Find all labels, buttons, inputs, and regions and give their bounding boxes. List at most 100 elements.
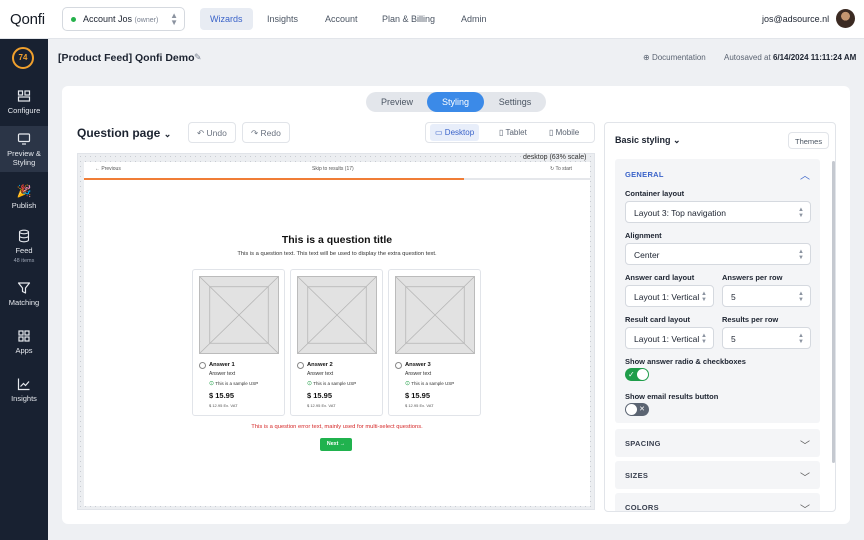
answers-per-row-select[interactable]: 5 ▲ ▼ xyxy=(722,285,811,307)
email-button-toggle[interactable]: ✕ xyxy=(625,403,649,416)
redo-button[interactable]: ↷ Redo xyxy=(242,122,290,143)
answer-card[interactable]: Answer 2 Answer text ⊙ This is a sample … xyxy=(290,269,383,416)
check-circle-icon: ⊙ xyxy=(209,381,215,387)
answer-vat: $ 12.95 Ex. VAT xyxy=(405,403,434,408)
chevron-updown-icon: ▲ ▼ xyxy=(798,207,804,219)
app-logo[interactable]: Qonfi xyxy=(10,11,45,28)
grid-icon xyxy=(18,330,30,342)
nav-wizards[interactable]: Wizards xyxy=(200,8,253,30)
page-select[interactable]: Question page ⌄ xyxy=(77,126,171,140)
answer-card-layout-select[interactable]: Layout 1: Vertical ▲ ▼ xyxy=(625,285,714,307)
answer-price: $ 15.95 xyxy=(307,391,333,400)
page-title: [Product Feed] Qonfi Demo xyxy=(58,52,195,64)
answer-radio[interactable] xyxy=(395,362,402,369)
radio-checkbox-label: Show answer radio & checkboxes xyxy=(625,357,746,366)
device-desktop[interactable]: ▭ Desktop xyxy=(430,124,480,141)
undo-icon: ↶ xyxy=(197,128,205,138)
documentation-link[interactable]: ⊕ Documentation xyxy=(643,53,706,62)
device-tablet[interactable]: ▯ Tablet xyxy=(494,124,532,141)
email-button-label: Show email results button xyxy=(625,392,719,401)
sidebar-item-publish[interactable]: 🎉 Publish xyxy=(0,184,48,214)
themes-button[interactable]: Themes xyxy=(788,132,830,149)
chevron-down-icon: ⌄ xyxy=(163,129,172,139)
chevron-down-icon: ﹀ xyxy=(800,505,810,512)
sidebar-item-apps[interactable]: Apps xyxy=(0,329,48,359)
user-email[interactable]: jos@adsource.nl xyxy=(762,14,829,24)
results-per-row-label: Results per row xyxy=(722,315,779,324)
section-colors[interactable]: COLORS ﹀ xyxy=(615,493,820,512)
sidebar-item-configure[interactable]: Configure xyxy=(0,89,48,119)
top-bar: Qonfi Account Jos (owner) ▲ ▼ Wizards Ins… xyxy=(0,0,864,39)
answer-vat: $ 12.95 Ex. VAT xyxy=(209,403,238,408)
answer-card[interactable]: Answer 3 Answer text ⊙ This is a sample … xyxy=(388,269,481,416)
answer-usp: ⊙ This is a sample USP xyxy=(307,380,356,387)
previous-link[interactable]: ← Previous xyxy=(95,166,121,172)
monitor-icon: ▭ xyxy=(435,128,443,137)
redo-label: Redo xyxy=(260,128,281,138)
answer-radio[interactable] xyxy=(199,362,206,369)
skip-link[interactable]: Skip to results (17) xyxy=(312,166,354,172)
chevron-updown-icon: ▲ ▼ xyxy=(701,291,707,303)
globe-icon: ⊕ xyxy=(643,53,650,62)
feed-count: 48 items xyxy=(13,258,35,264)
tab-preview[interactable]: Preview xyxy=(368,92,426,112)
sidebar-item-preview-styling[interactable]: Preview & Styling xyxy=(0,126,48,172)
account-role: (owner) xyxy=(134,17,159,24)
question-title: This is a question title xyxy=(281,234,393,246)
x-icon: ✕ xyxy=(639,406,645,413)
section-spacing-header: SPACING xyxy=(625,439,661,448)
tab-settings[interactable]: Settings xyxy=(486,92,544,112)
tab-styling[interactable]: Styling xyxy=(427,92,484,112)
sidebar-item-insights[interactable]: Insights xyxy=(0,377,48,407)
chevron-updown-icon: ▲ ▼ xyxy=(798,333,804,345)
container-layout-select[interactable]: Layout 3: Top navigation ▲ ▼ xyxy=(625,201,811,223)
chevron-up-icon[interactable]: ︿ xyxy=(800,167,810,182)
device-switcher: ▭ Desktop ▯ Tablet ▯ Mobile xyxy=(425,122,595,143)
answer-usp: ⊙ This is a sample USP xyxy=(209,380,258,387)
account-selector[interactable]: Account Jos (owner) ▲ ▼ xyxy=(62,7,185,31)
status-dot-icon xyxy=(71,17,76,22)
nav-plan-billing[interactable]: Plan & Billing xyxy=(372,8,445,30)
answer-name: Answer 3 xyxy=(405,362,431,368)
score-badge[interactable]: 74 xyxy=(12,47,34,69)
chevron-down-icon: ⌄ xyxy=(673,135,681,145)
answer-name: Answer 1 xyxy=(209,362,235,368)
sidebar-item-matching[interactable]: Matching xyxy=(0,281,48,311)
undo-button[interactable]: ↶ Undo xyxy=(188,122,236,143)
answer-radio[interactable] xyxy=(297,362,304,369)
container-layout-label: Container layout xyxy=(625,189,685,198)
panel-scrollbar[interactable] xyxy=(832,161,835,463)
device-mobile[interactable]: ▯ Mobile xyxy=(544,124,584,141)
nav-insights[interactable]: Insights xyxy=(257,8,308,30)
radio-checkbox-toggle[interactable]: ✓ xyxy=(625,368,649,381)
device-label: Mobile xyxy=(555,128,580,137)
sidebar-item-label: Preview & Styling xyxy=(7,149,41,167)
monitor-icon xyxy=(17,133,31,145)
account-name: Account Jos xyxy=(83,14,133,24)
alignment-select[interactable]: Center ▲ ▼ xyxy=(625,243,811,265)
to-start-link[interactable]: ↻ To start xyxy=(550,166,572,172)
section-general-header[interactable]: GENERAL xyxy=(625,170,664,179)
redo-icon: ↷ xyxy=(251,128,259,138)
funnel-icon xyxy=(17,282,31,294)
section-spacing[interactable]: SPACING ﹀ xyxy=(615,429,820,457)
refresh-icon: ↻ xyxy=(550,166,555,172)
nav-admin[interactable]: Admin xyxy=(451,8,497,30)
result-card-layout-select[interactable]: Layout 1: Vertical ▲ ▼ xyxy=(625,327,714,349)
usp-text: This is a sample USP xyxy=(313,381,357,386)
mode-tabs: Preview Styling Settings xyxy=(366,92,546,112)
results-per-row-select[interactable]: 5 ▲ ▼ xyxy=(722,327,811,349)
styling-mode-select[interactable]: Basic styling ⌄ xyxy=(615,135,681,146)
pencil-icon[interactable]: ✎ xyxy=(194,52,202,63)
device-label: Desktop xyxy=(444,128,475,137)
toggle-knob xyxy=(626,404,637,415)
answer-text: Answer text xyxy=(209,371,236,377)
answer-card[interactable]: Answer 1 Answer text ⊙ This is a sample … xyxy=(192,269,285,416)
autosave-time: 6/14/2024 11:11:24 AM xyxy=(772,53,857,62)
sidebar-item-feed[interactable]: Feed 48 items xyxy=(0,229,48,265)
avatar[interactable] xyxy=(836,9,855,28)
section-sizes[interactable]: SIZES ﹀ xyxy=(615,461,820,489)
nav-account[interactable]: Account xyxy=(315,8,368,30)
alignment-label: Alignment xyxy=(625,231,662,240)
next-button[interactable]: Next → xyxy=(320,438,352,451)
